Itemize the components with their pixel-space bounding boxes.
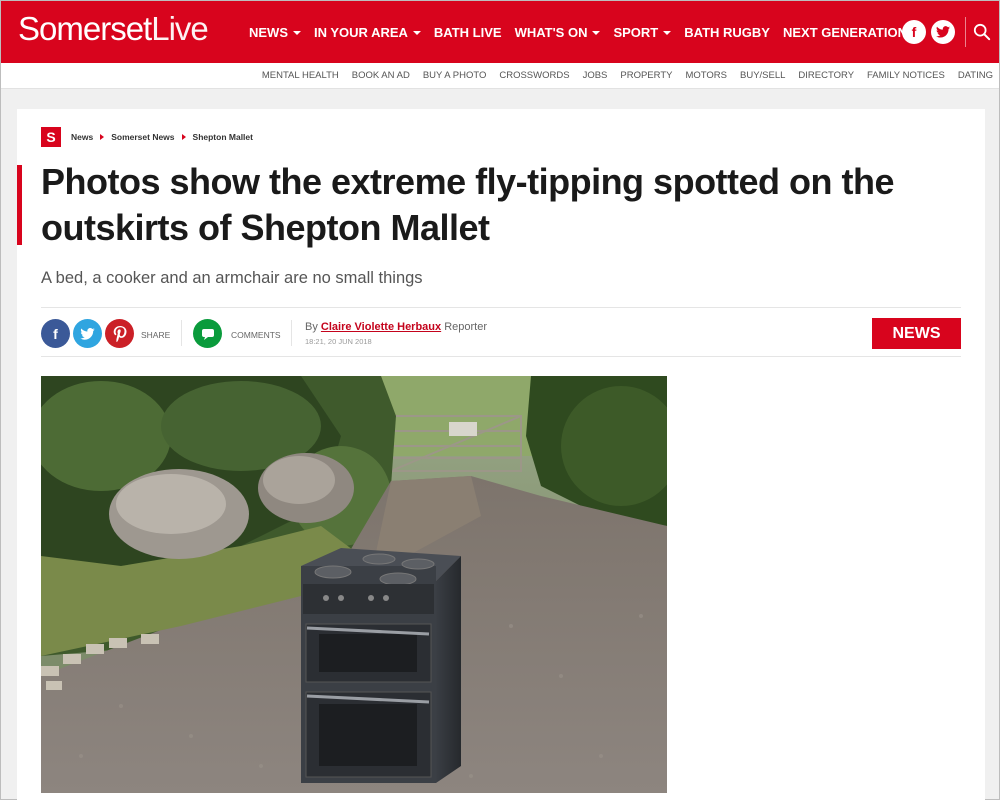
chevron-down-icon xyxy=(293,30,301,35)
brand-s-logo[interactable]: S xyxy=(41,127,61,147)
subnav-item-crosswords[interactable]: CROSSWORDS xyxy=(499,70,569,81)
nav-label: BATH LIVE xyxy=(433,25,502,40)
twitter-icon[interactable] xyxy=(931,20,955,44)
subnav-item-buy-sell[interactable]: BUY/SELL xyxy=(740,70,785,81)
byline-row: f SHARE COMMENTS By Claire Violette Herb… xyxy=(41,307,961,357)
nav-divider xyxy=(965,17,966,47)
subnav-item-family-notices[interactable]: FAMILY NOTICES xyxy=(867,70,945,81)
chevron-right-icon xyxy=(181,134,186,140)
breadcrumb-news[interactable]: News xyxy=(71,132,93,142)
breadcrumb: S News Somerset News Shepton Mallet xyxy=(41,127,253,147)
nav-label: SPORT xyxy=(613,25,659,40)
publish-timestamp: 18:21, 20 JUN 2018 xyxy=(305,337,372,346)
headline-accent-bar xyxy=(17,165,22,245)
nav-item-whats-on[interactable]: WHAT'S ON xyxy=(515,25,601,40)
comments-label[interactable]: COMMENTS xyxy=(231,330,281,340)
pinterest-share-icon[interactable] xyxy=(105,319,134,348)
secondary-nav: MENTAL HEALTH BOOK AN AD BUY A PHOTO CRO… xyxy=(1,63,999,89)
subnav-item-book-an-ad[interactable]: BOOK AN AD xyxy=(352,70,410,81)
byline: By Claire Violette Herbaux Reporter xyxy=(305,321,487,333)
nav-label: NEXT GENERATION xyxy=(782,25,907,40)
article-photo[interactable] xyxy=(41,376,667,793)
pinterest-p-icon xyxy=(113,325,126,342)
subnav-item-jobs[interactable]: JOBS xyxy=(583,70,608,81)
chevron-right-icon xyxy=(100,134,105,140)
twitter-share-icon[interactable] xyxy=(73,319,102,348)
article-headline: Photos show the extreme fly-tipping spot… xyxy=(41,161,895,248)
subnav-item-mental-health[interactable]: MENTAL HEALTH xyxy=(262,70,339,81)
speech-bubble-icon xyxy=(201,328,214,340)
top-navigation-bar: SomersetLive NEWS IN YOUR AREA BATH LIVE… xyxy=(1,1,999,63)
share-label: SHARE xyxy=(141,330,171,340)
article-standfirst: A bed, a cooker and an armchair are no s… xyxy=(41,269,423,287)
nav-item-sport[interactable]: SPORT xyxy=(613,25,672,40)
twitter-bird-icon xyxy=(936,26,950,38)
search-icon[interactable] xyxy=(973,23,991,41)
nav-item-in-your-area[interactable]: IN YOUR AREA xyxy=(314,25,421,40)
chevron-down-icon xyxy=(663,30,672,35)
author-link[interactable]: Claire Violette Herbaux xyxy=(321,321,441,333)
breadcrumb-shepton-mallet[interactable]: Shepton Mallet xyxy=(193,132,253,142)
nav-label: NEWS xyxy=(249,25,288,40)
breadcrumb-somerset-news[interactable]: Somerset News xyxy=(111,132,174,142)
subnav-item-directory[interactable]: DIRECTORY xyxy=(798,70,854,81)
twitter-bird-icon xyxy=(80,327,95,340)
subnav-item-buy-a-photo[interactable]: BUY A PHOTO xyxy=(423,70,487,81)
nav-label: IN YOUR AREA xyxy=(314,25,408,40)
logo-text-live: Live xyxy=(151,10,209,47)
chevron-down-icon xyxy=(412,30,421,35)
facebook-glyph: f xyxy=(911,24,917,40)
article-card: S News Somerset News Shepton Mallet Phot… xyxy=(17,109,985,800)
divider xyxy=(181,320,182,346)
chevron-down-icon xyxy=(592,30,601,35)
nav-label: WHAT'S ON xyxy=(514,25,588,40)
main-nav: NEWS IN YOUR AREA BATH LIVE WHAT'S ON SP… xyxy=(249,25,920,40)
category-badge[interactable]: NEWS xyxy=(872,318,961,349)
subnav-item-property[interactable]: PROPERTY xyxy=(620,70,672,81)
subnav-item-dating[interactable]: DATING xyxy=(958,70,993,81)
nav-item-next-generation[interactable]: NEXT GENERATION xyxy=(783,25,907,40)
facebook-glyph: f xyxy=(53,325,58,342)
brand-letter: S xyxy=(46,129,56,145)
comments-icon[interactable] xyxy=(193,319,222,348)
nav-item-news[interactable]: NEWS xyxy=(249,25,301,40)
subnav-item-motors[interactable]: MOTORS xyxy=(685,70,727,81)
author-role: Reporter xyxy=(444,321,487,333)
nav-item-bath-rugby[interactable]: BATH RUGBY xyxy=(684,25,770,40)
facebook-share-icon[interactable]: f xyxy=(41,319,70,348)
logo-text-somerset: Somerset xyxy=(18,10,152,47)
by-prefix: By xyxy=(305,321,318,333)
cooker-fly-tipping-photo xyxy=(41,376,667,793)
divider xyxy=(291,320,292,346)
site-logo[interactable]: SomersetLive xyxy=(18,10,209,48)
nav-item-bath-live[interactable]: BATH LIVE xyxy=(434,25,502,40)
nav-label: BATH RUGBY xyxy=(684,25,770,40)
facebook-icon[interactable]: f xyxy=(902,20,926,44)
